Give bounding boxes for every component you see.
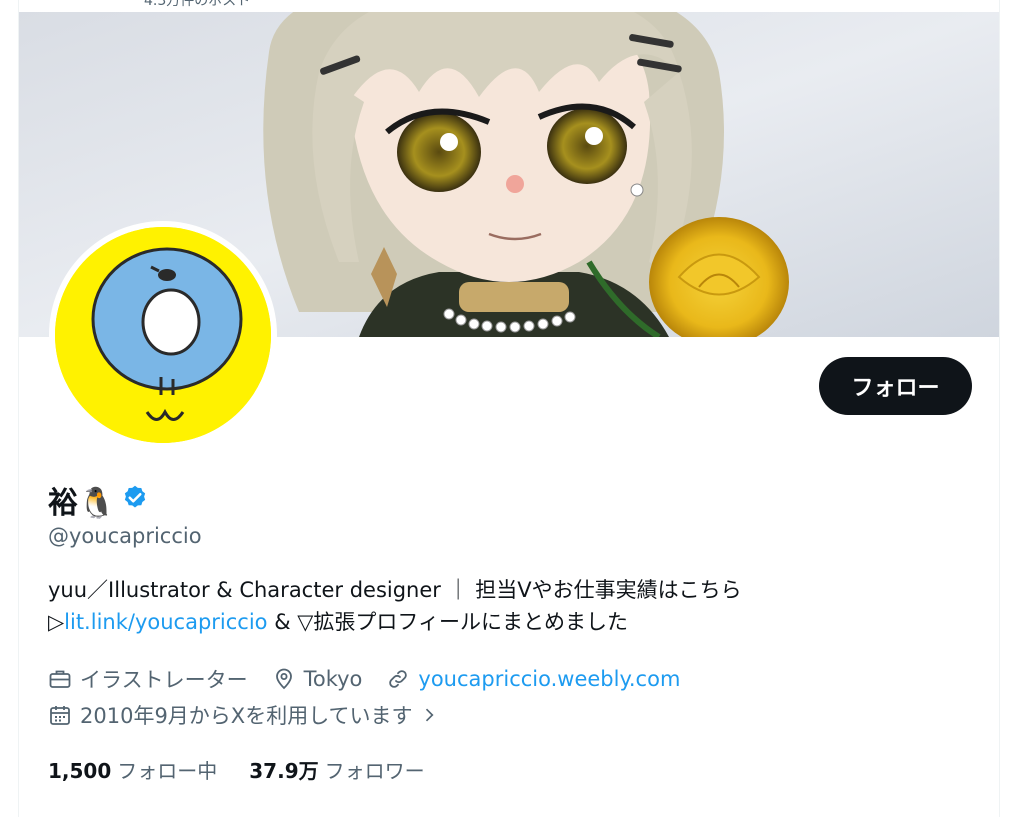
briefcase-icon	[49, 670, 71, 688]
bio-line-2-prefix: ▷	[48, 610, 65, 634]
following-stat[interactable]: 1,500 フォロー中	[48, 755, 217, 784]
follow-button[interactable]: フォロー	[819, 357, 972, 415]
followers-stat[interactable]: 37.9万 フォロワー	[249, 755, 424, 784]
penguin-avatar-illustration	[55, 227, 271, 443]
bio-line-2: ▷lit.link/youcapriccio & ▽拡張プロフィールにまとめまし…	[48, 606, 948, 638]
profile-page: 4.3万件のポスト フォロー 裕🐧 @youcapriccio yuu／Illu…	[18, 0, 1000, 817]
bio-link[interactable]: lit.link/youcapriccio	[64, 610, 267, 634]
website[interactable]: youcapriccio.weebly.com	[386, 667, 680, 691]
followers-label: フォロワー	[324, 759, 425, 783]
avatar[interactable]	[49, 221, 277, 449]
job-label: イラストレーター	[80, 668, 248, 692]
website-link[interactable]: youcapriccio.weebly.com	[418, 667, 680, 691]
joined-row[interactable]: 2010年9月からXを利用しています	[48, 700, 439, 730]
location-pin-icon	[275, 668, 292, 690]
calendar-icon	[50, 706, 70, 725]
following-count: 1,500	[48, 759, 112, 783]
follow-stats: 1,500 フォロー中 37.9万 フォロワー	[48, 755, 425, 784]
location-label: Tokyo	[303, 667, 363, 691]
post-count-cropped: 4.3万件のポスト	[144, 0, 251, 9]
display-name-row: 裕🐧	[48, 478, 149, 522]
followers-count: 37.9万	[249, 759, 319, 783]
profile-meta-row: イラストレーター Tokyo youcapriccio.weebly.com	[48, 664, 704, 694]
avatar-image	[55, 227, 271, 443]
verified-badge-icon[interactable]	[121, 484, 149, 516]
following-label: フォロー中	[117, 759, 218, 783]
user-handle: @youcapriccio	[48, 524, 202, 548]
bio-line-2-suffix: & ▽拡張プロフィールにまとめました	[267, 610, 628, 634]
link-icon	[389, 670, 408, 688]
job-category: イラストレーター	[48, 664, 248, 694]
top-strip: 4.3万件のポスト	[19, 0, 999, 12]
display-name: 裕🐧	[48, 486, 116, 521]
profile-bio: yuu／Illustrator & Character designer ｜ 担…	[48, 574, 948, 638]
joined-date: 2010年9月からXを利用しています	[80, 704, 413, 728]
chevron-right-icon	[425, 708, 434, 722]
location: Tokyo	[272, 667, 363, 691]
bio-line-1: yuu／Illustrator & Character designer ｜ 担…	[48, 578, 742, 602]
